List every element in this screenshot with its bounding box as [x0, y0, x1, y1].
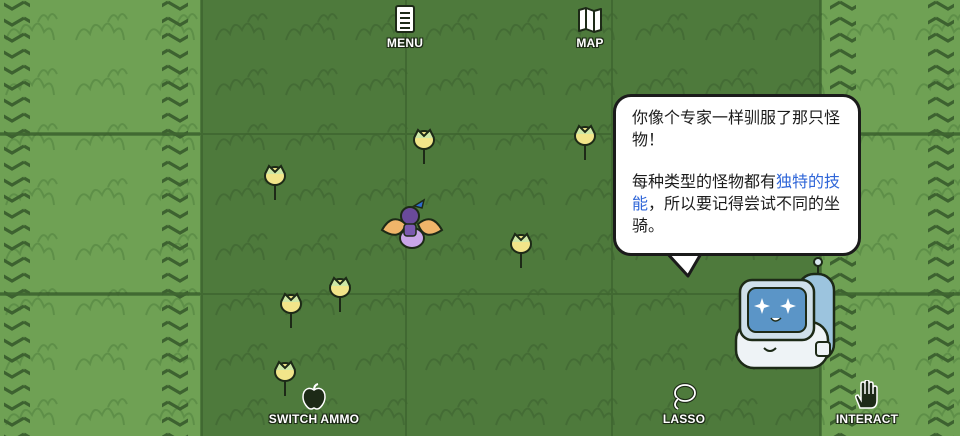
- dialog-line-2: 每种类型的怪物都有独特的技能，所以要记得尝试不同的坐骑。: [632, 171, 846, 237]
- hand-icon: [855, 380, 878, 409]
- lasso-label: LASSO: [662, 412, 706, 426]
- menu-label: MENU: [386, 36, 424, 50]
- switch-ammo-label: SWITCH AMMO: [268, 412, 360, 426]
- interact-label: INTERACT: [835, 412, 899, 426]
- dialog-line-2-end: ，所以要记得尝试不同的坐骑。: [632, 194, 841, 235]
- menu-icon: [395, 5, 415, 33]
- lasso-icon: [673, 383, 697, 410]
- map-button[interactable]: MAP: [570, 6, 610, 50]
- dialog-line-2-start: 每种类型的怪物都有: [632, 172, 777, 191]
- switch-ammo-button[interactable]: SWITCH AMMO: [266, 382, 362, 426]
- dialog-bubble: 你像个专家一样驯服了那只怪物！ 每种类型的怪物都有独特的技能，所以要记得尝试不同…: [613, 94, 861, 256]
- apple-icon: [302, 383, 326, 410]
- map-label: MAP: [576, 36, 604, 50]
- lasso-button[interactable]: LASSO: [659, 382, 709, 426]
- interact-button[interactable]: INTERACT: [832, 380, 902, 426]
- map-icon: [578, 7, 602, 33]
- menu-button[interactable]: MENU: [383, 4, 427, 50]
- dialog-line-1: 你像个专家一样驯服了那只怪物！: [632, 108, 841, 149]
